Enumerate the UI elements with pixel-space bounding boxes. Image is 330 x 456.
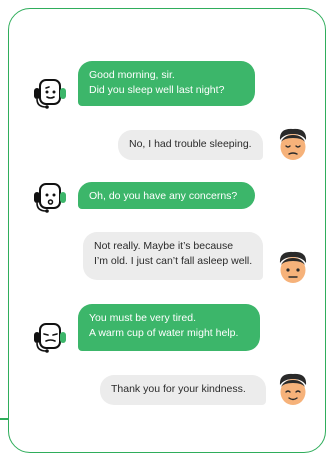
- bot-message-bubble: Oh, do you have any concerns?: [78, 182, 255, 209]
- message-text-line: No, I had trouble sleeping.: [129, 138, 252, 150]
- bot-message-bubble: You must be very tired. A warm cup of wa…: [78, 304, 260, 351]
- elderly-man-avatar-icon: [279, 128, 307, 160]
- message-text-line: A warm cup of water might help.: [89, 327, 239, 339]
- bot-message-bubble: Good morning, sir. Did you sleep well la…: [78, 61, 255, 106]
- robot-headset-icon: [34, 323, 66, 353]
- frame-connector-line: [0, 418, 8, 420]
- message-text-line: You must be very tired.: [89, 312, 196, 324]
- user-message-bubble: Not really. Maybe it’s because I’m old. …: [83, 232, 263, 280]
- elderly-man-avatar-icon: [279, 373, 307, 405]
- message-text-line: Not really. Maybe it’s because: [94, 240, 234, 252]
- message-text-line: Oh, do you have any concerns?: [89, 190, 238, 202]
- message-text-line: I’m old. I just can’t fall asleep well.: [94, 255, 253, 267]
- message-text-line: Good morning, sir.: [89, 69, 175, 81]
- user-message-bubble: Thank you for your kindness.: [100, 375, 266, 405]
- elderly-man-avatar-icon: [279, 251, 307, 283]
- message-text-line: Did you sleep well last night?: [89, 84, 225, 96]
- robot-headset-icon: [34, 79, 66, 109]
- robot-headset-icon: [34, 183, 66, 213]
- user-message-bubble: No, I had trouble sleeping.: [118, 130, 263, 160]
- message-text-line: Thank you for your kindness.: [111, 383, 246, 395]
